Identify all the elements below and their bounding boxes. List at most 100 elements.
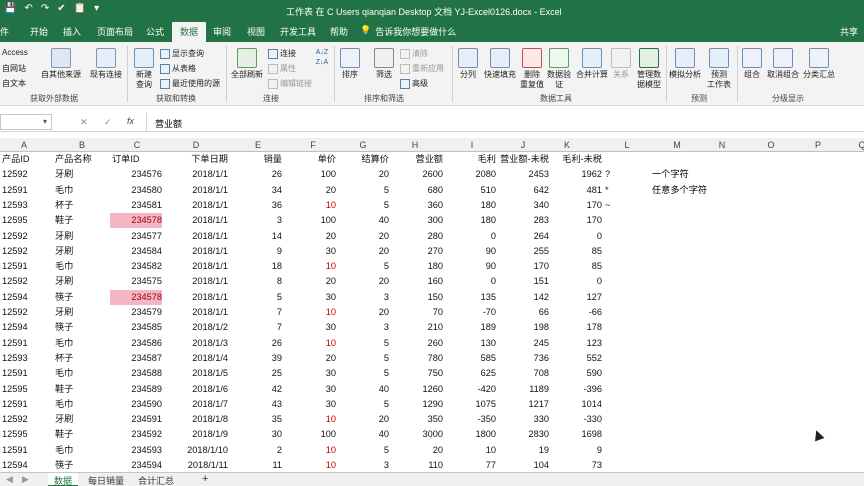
scroll-left-icon[interactable]: ◀ <box>6 474 13 485</box>
table-cell[interactable]: 20 <box>338 229 389 244</box>
table-cell[interactable]: 234582 <box>110 259 162 274</box>
table-cell[interactable]: 264 <box>498 229 549 244</box>
table-cell[interactable]: 123 <box>552 336 602 351</box>
table-cell[interactable]: 12591 <box>2 183 52 198</box>
table-cell[interactable]: 90 <box>445 259 496 274</box>
table-cell[interactable]: 300 <box>391 213 443 228</box>
show-queries-button[interactable]: 显示查询 <box>160 48 204 59</box>
table-cell[interactable]: 牙刷 <box>55 305 105 320</box>
from-access-button[interactable]: Access <box>2 48 28 58</box>
table-cell[interactable] <box>605 290 625 305</box>
table-cell[interactable]: 245 <box>498 336 549 351</box>
table-cell[interactable]: 85 <box>552 259 602 274</box>
column-title[interactable]: 产品名称 <box>55 152 105 167</box>
table-cell[interactable]: 255 <box>498 244 549 259</box>
table-cell[interactable]: 100 <box>286 427 336 442</box>
column-header-j[interactable]: J <box>521 140 526 150</box>
table-cell[interactable]: 736 <box>498 351 549 366</box>
table-cell[interactable]: 9 <box>552 443 602 458</box>
table-cell[interactable]: 30 <box>286 290 336 305</box>
advanced-filter-button[interactable]: 高级 <box>400 78 428 89</box>
table-cell[interactable]: 234594 <box>110 458 162 473</box>
sheet-tab-daily-sales[interactable]: 每日销量 <box>82 473 130 486</box>
table-cell[interactable]: 毛巾 <box>55 397 105 412</box>
table-cell[interactable]: 10 <box>286 412 336 427</box>
table-cell[interactable]: 12595 <box>2 427 52 442</box>
table-cell[interactable]: 8 <box>230 274 282 289</box>
column-header-g[interactable]: G <box>359 140 366 150</box>
name-box[interactable]: ▾ <box>0 114 52 130</box>
table-cell[interactable]: 牙刷 <box>55 167 105 182</box>
table-cell[interactable]: 12595 <box>2 382 52 397</box>
table-cell[interactable]: 3 <box>230 213 282 228</box>
data-validation-button[interactable]: 数据验 证 <box>546 48 572 90</box>
table-cell[interactable]: 12592 <box>2 274 52 289</box>
table-cell[interactable]: 85 <box>552 244 602 259</box>
chevron-down-icon[interactable]: ▾ <box>43 117 47 126</box>
table-cell[interactable]: 2018/1/1 <box>166 183 228 198</box>
table-cell[interactable]: 牙刷 <box>55 274 105 289</box>
table-cell[interactable]: 12591 <box>2 336 52 351</box>
table-cell[interactable]: 毛巾 <box>55 183 105 198</box>
table-cell[interactable]: 12592 <box>2 412 52 427</box>
table-cell[interactable]: 2018/1/1 <box>166 229 228 244</box>
table-cell[interactable]: 2018/1/7 <box>166 397 228 412</box>
table-cell[interactable]: 77 <box>445 458 496 473</box>
tab-home[interactable]: 开始 <box>30 25 48 38</box>
table-cell[interactable]: 2830 <box>498 427 549 442</box>
table-cell[interactable]: 2 <box>230 443 282 458</box>
table-cell[interactable]: 180 <box>391 259 443 274</box>
tab-developer[interactable]: 开发工具 <box>280 25 316 38</box>
table-cell[interactable]: 170 <box>498 259 549 274</box>
table-cell[interactable]: 178 <box>552 320 602 335</box>
table-cell[interactable]: 2080 <box>445 167 496 182</box>
table-cell[interactable]: -420 <box>445 382 496 397</box>
from-table-button[interactable]: 从表格 <box>160 63 196 74</box>
table-cell[interactable]: 100 <box>286 213 336 228</box>
table-cell[interactable] <box>605 366 625 381</box>
table-cell[interactable]: 19 <box>498 443 549 458</box>
tab-view[interactable]: 视图 <box>247 25 265 38</box>
table-cell[interactable]: 5 <box>230 290 282 305</box>
table-cell[interactable]: 12592 <box>2 244 52 259</box>
table-cell[interactable]: 杯子 <box>55 198 105 213</box>
table-cell[interactable]: 5 <box>338 443 389 458</box>
data-model-button[interactable]: 管理数 据模型 <box>635 48 663 90</box>
table-cell[interactable]: 1217 <box>498 397 549 412</box>
table-cell[interactable]: 234578 <box>110 289 162 305</box>
column-title[interactable]: 结算价 <box>338 152 389 167</box>
sheet-tab-data[interactable]: 数据 <box>48 473 79 486</box>
table-cell[interactable]: -70 <box>445 305 496 320</box>
scroll-right-icon[interactable]: ▶ <box>22 474 29 485</box>
table-cell[interactable]: -330 <box>552 412 602 427</box>
table-cell[interactable]: 1800 <box>445 427 496 442</box>
table-cell[interactable]: 5 <box>338 366 389 381</box>
table-cell[interactable]: 330 <box>498 412 549 427</box>
table-cell[interactable]: 40 <box>338 427 389 442</box>
table-cell[interactable]: 1075 <box>445 397 496 412</box>
customize-icon[interactable]: ▾ <box>94 3 99 14</box>
table-cell[interactable]: 552 <box>552 351 602 366</box>
table-cell[interactable]: 127 <box>552 290 602 305</box>
table-cell[interactable]: 5 <box>338 336 389 351</box>
table-cell[interactable]: 25 <box>230 366 282 381</box>
table-cell[interactable]: 142 <box>498 290 549 305</box>
table-cell[interactable]: 3000 <box>391 427 443 442</box>
table-cell[interactable]: 20 <box>338 412 389 427</box>
table-cell[interactable]: 毛巾 <box>55 366 105 381</box>
ungroup-button[interactable]: 取消组合 <box>766 48 800 80</box>
table-cell[interactable] <box>605 259 625 274</box>
forecast-sheet-button[interactable]: 预测 工作表 <box>704 48 734 90</box>
table-cell[interactable]: 30 <box>286 397 336 412</box>
table-cell[interactable]: 牙刷 <box>55 244 105 259</box>
table-cell[interactable]: ? <box>605 167 625 182</box>
flash-fill-button[interactable]: 快速填充 <box>482 48 518 80</box>
table-cell[interactable]: 3 <box>338 458 389 473</box>
table-cell[interactable]: 36 <box>230 198 282 213</box>
table-cell[interactable]: 30 <box>230 427 282 442</box>
table-cell[interactable]: 20 <box>286 351 336 366</box>
table-cell[interactable]: 20 <box>338 305 389 320</box>
table-cell[interactable] <box>605 412 625 427</box>
column-title[interactable]: 下单日期 <box>166 152 228 167</box>
table-cell[interactable]: 2018/1/1 <box>166 198 228 213</box>
